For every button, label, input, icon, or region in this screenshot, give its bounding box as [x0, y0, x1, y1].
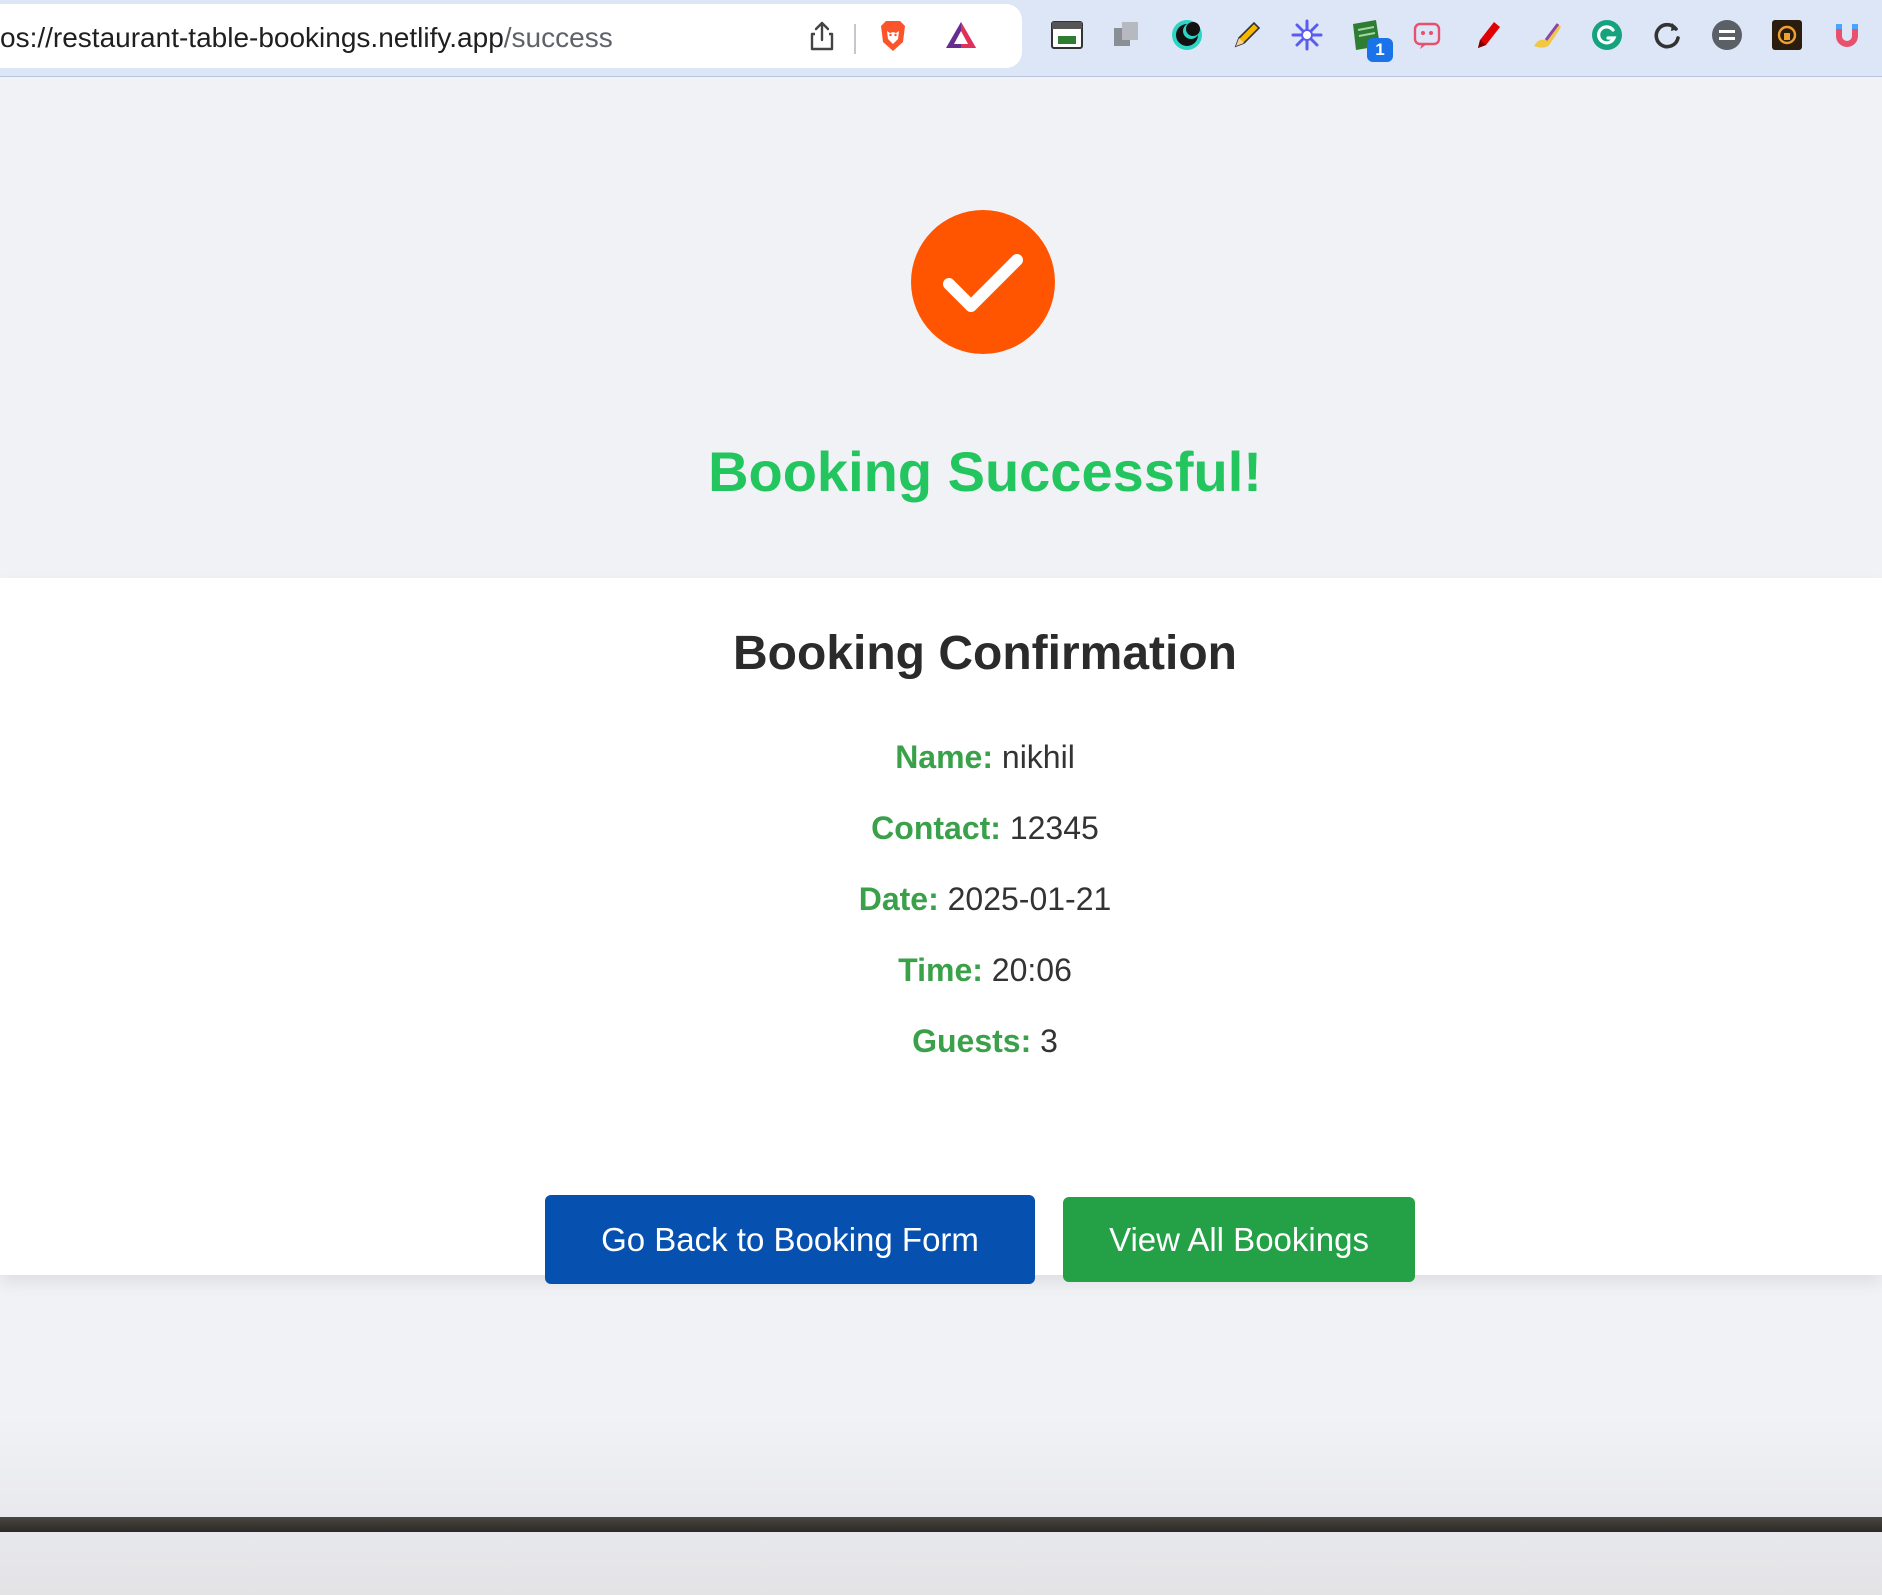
detail-guests: Guests: 3 [0, 1022, 1882, 1060]
detail-time: Time: 20:06 [0, 951, 1882, 989]
brave-rewards-icon[interactable] [943, 18, 979, 54]
address-bar[interactable]: os://restaurant-table-bookings.netlify.a… [0, 4, 1022, 68]
detail-value: nikhil [1001, 739, 1075, 775]
booking-confirmation-card: Booking Confirmation Name: nikhil Contac… [0, 578, 1882, 1284]
browser-toolbar: os://restaurant-table-bookings.netlify.a… [0, 0, 1882, 77]
snowflake-extension-icon[interactable] [1290, 18, 1324, 52]
pencil-extension-icon[interactable] [1230, 18, 1264, 52]
view-all-bookings-button[interactable]: View All Bookings [1063, 1197, 1415, 1282]
chat-bot-extension-icon[interactable] [1410, 18, 1444, 52]
success-title: Booking Successful! [708, 440, 1262, 503]
share-icon[interactable] [804, 18, 840, 54]
extension-badge: 1 [1367, 38, 1393, 62]
success-check-icon [911, 210, 1055, 354]
desktop-edge [0, 1517, 1882, 1532]
calendar-extension-icon[interactable] [1050, 18, 1084, 52]
menu-extension-icon[interactable] [1710, 18, 1744, 52]
checkmark-icon [943, 254, 1023, 312]
omnibox-divider [854, 24, 856, 54]
reload-extension-icon[interactable] [1650, 18, 1684, 52]
detail-value: 2025-01-21 [947, 881, 1112, 917]
detail-value: 12345 [1009, 810, 1099, 846]
url-host: os://restaurant-table-bookings.netlify.a… [0, 22, 504, 53]
card-title: Booking Confirmation [733, 627, 1237, 680]
page-bottom-fade [0, 1415, 1882, 1595]
detail-contact: Contact: 12345 [0, 809, 1882, 847]
detail-label: Guests: [912, 1023, 1032, 1059]
grammarly-icon[interactable] [1590, 18, 1624, 52]
detail-name: Name: nikhil [0, 738, 1882, 776]
detail-label: Name: [895, 739, 993, 775]
go-back-to-booking-form-button[interactable]: Go Back to Booking Form [545, 1195, 1035, 1284]
brush-extension-icon[interactable] [1530, 18, 1564, 52]
detail-date: Date: 2025-01-21 [0, 880, 1882, 918]
detail-value: 3 [1040, 1023, 1058, 1059]
magnet-extension-icon[interactable] [1830, 18, 1864, 52]
url-text[interactable]: os://restaurant-table-bookings.netlify.a… [0, 22, 613, 54]
detail-value: 20:06 [991, 952, 1072, 988]
copy-extension-icon[interactable] [1110, 18, 1144, 52]
url-path: /success [503, 22, 613, 53]
detail-label: Date: [858, 881, 939, 917]
highlighter-extension-icon[interactable] [1470, 18, 1504, 52]
success-page: Booking Successful! Booking Confirmation… [0, 77, 1882, 1595]
detail-label: Contact: [871, 810, 1001, 846]
detail-label: Time: [898, 952, 983, 988]
moon-extension-icon[interactable] [1170, 18, 1204, 52]
brave-shield-icon[interactable] [875, 18, 911, 54]
dark-extension-icon[interactable] [1770, 18, 1804, 52]
